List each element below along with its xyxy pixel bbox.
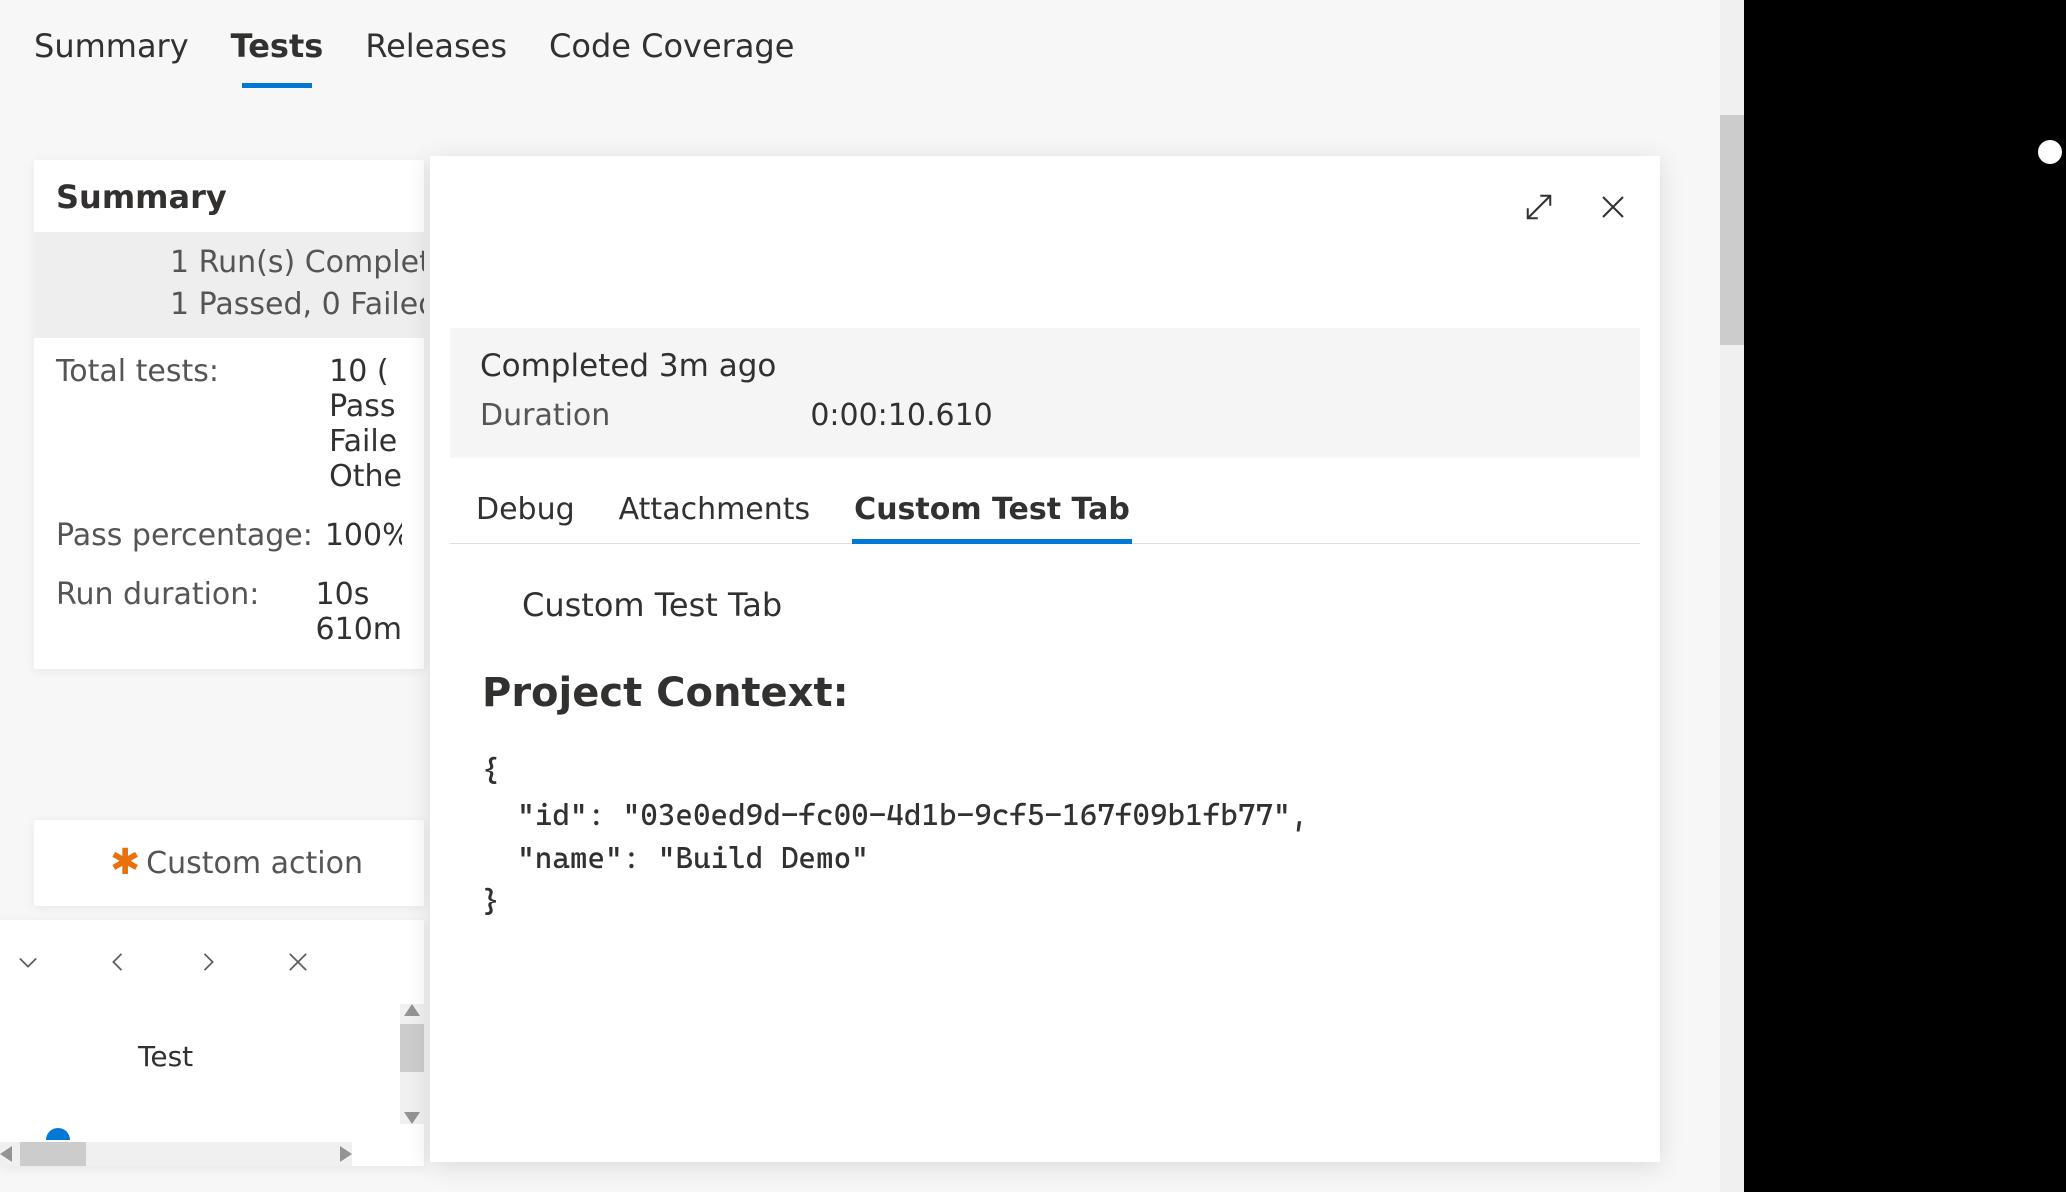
asterisk-icon: ✱ [110,845,140,881]
summary-runs-line2: 1 Passed, 0 Failed [170,284,402,326]
total-tests-other: Othe [329,459,402,494]
close-icon[interactable] [1594,188,1632,226]
tab-summary[interactable]: Summary [34,27,189,110]
tab-releases[interactable]: Releases [365,27,507,110]
detail-content: Custom Test Tab Project Context: { "id":… [450,556,1640,924]
test-nav-v-thumb[interactable] [400,1024,424,1072]
prev-icon[interactable] [96,940,140,984]
pass-pct-label: Pass percentage: [56,518,313,553]
test-radio-indicator [46,1128,70,1140]
custom-tab-title: Custom Test Tab [522,586,1608,624]
total-tests-pass: Pass [329,389,402,424]
fullscreen-icon[interactable] [1520,188,1558,226]
close-icon[interactable] [276,940,320,984]
detail-meta: Completed 3m ago Duration 0:00:10.610 [450,328,1640,458]
total-tests-fail: Faile [329,424,402,459]
summary-runs-block: 1 Run(s) Complet 1 Passed, 0 Failed [34,232,424,338]
test-nav-h-thumb[interactable] [20,1142,86,1166]
duration-label: Duration [480,398,610,433]
test-nav-panel: Test [0,920,424,1166]
page-scrollbar[interactable] [1720,0,1744,1192]
total-tests-label: Total tests: [56,354,219,389]
total-tests-value: 10 ( [329,354,402,389]
project-context-json: { "id": "03e0ed9d-fc00-4d1b-9cf5-167f09b… [482,750,1608,924]
custom-action-card[interactable]: ✱ Custom action [34,820,424,906]
run-duration-label: Run duration: [56,577,259,612]
test-nav-horizontal-scrollbar[interactable] [0,1142,352,1166]
summary-card: Summary 1 Run(s) Complet 1 Passed, 0 Fai… [34,160,424,669]
test-nav-label: Test [0,1040,424,1073]
page-scrollbar-thumb[interactable] [1720,115,1744,345]
tab-code-coverage[interactable]: Code Coverage [549,27,794,110]
summary-title: Summary [34,160,424,232]
custom-action-label: Custom action [146,846,363,881]
completed-text: Completed 3m ago [480,348,1610,384]
test-nav-vertical-scrollbar[interactable] [400,1004,424,1124]
detail-tabs: Debug Attachments Custom Test Tab [450,476,1640,544]
project-context-heading: Project Context: [482,670,1608,716]
test-detail-panel: Completed 3m ago Duration 0:00:10.610 De… [430,156,1660,1162]
duration-value: 0:00:10.610 [810,398,992,433]
chevron-down-icon[interactable] [6,940,50,984]
run-duration-value-1: 10s [316,577,402,612]
run-duration-value-2: 610m [316,612,402,647]
decorative-dot [2038,140,2062,164]
tab-custom-test-tab[interactable]: Custom Test Tab [852,476,1132,543]
tab-tests[interactable]: Tests [231,27,324,110]
next-icon[interactable] [186,940,230,984]
app-area: Summary Tests Releases Code Coverage Sum… [0,0,1744,1192]
primary-tabs: Summary Tests Releases Code Coverage [34,27,794,110]
summary-runs-line1: 1 Run(s) Complet [170,242,402,284]
tab-attachments[interactable]: Attachments [617,476,813,543]
pass-pct-value: 100% [325,518,402,553]
tab-debug[interactable]: Debug [474,476,577,543]
